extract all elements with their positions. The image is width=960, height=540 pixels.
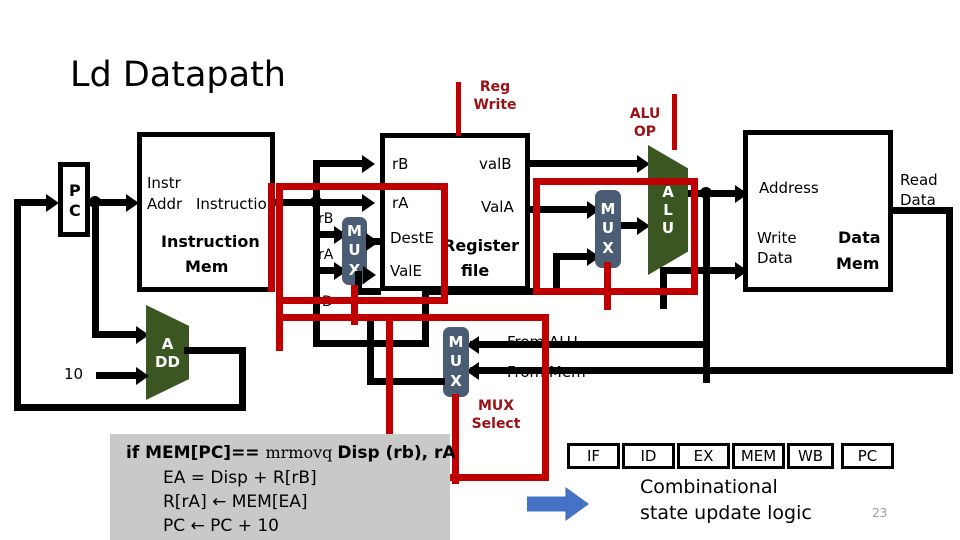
wire-valb-to-alu (530, 160, 644, 167)
adder-constant-label: 10 (64, 365, 84, 383)
wire-adder-out (184, 347, 246, 354)
reg-write-control-bar (456, 82, 461, 136)
code-line1-suffix: Disp (rb), rA (337, 443, 456, 463)
stage-chip-ex[interactable]: EX (677, 443, 730, 469)
pc-label-line2: C (69, 201, 81, 220)
stage-chip-if[interactable]: IF (567, 443, 620, 469)
datamem-input-write-line2: Data (757, 249, 793, 267)
alu-mux: M U X (595, 190, 621, 268)
red-path-exec-bottom (533, 288, 698, 295)
wb-mux-letter-m: M (448, 333, 464, 352)
page-number: 23 (872, 506, 888, 520)
regfile-input-rb: rB (392, 155, 409, 173)
red-path-decode-top (276, 183, 448, 190)
code-line-4: PC ← PC + 10 (163, 516, 279, 536)
srcmux-input-ra-label: rA (318, 247, 334, 263)
stage-chip-pc[interactable]: PC (841, 443, 894, 469)
srcmux-input-rb-label: rB (318, 211, 334, 227)
wire-adder-out-down (239, 347, 246, 409)
alu-op-control-bar (672, 94, 677, 150)
datamem-name-line1: Data (838, 228, 881, 247)
wb-mux-letter-x: X (450, 371, 462, 390)
code-line-2: EA = Disp + R[rB] (163, 468, 317, 488)
control-label-reg-write: Reg Write (473, 79, 517, 113)
control-label-mux-select: MUX Select (471, 398, 521, 432)
adder-label-line2: DD (155, 352, 180, 371)
datamem-input-write-line1: Write (757, 229, 797, 247)
red-path-decode-left (276, 183, 283, 351)
alu-letter-u: U (661, 219, 675, 237)
regfile-output-valb: valB (479, 155, 512, 173)
page-title: Ld Datapath (70, 55, 286, 95)
regfile-name-line1: Register (443, 236, 520, 255)
alu-mux-letter-u: U (601, 219, 615, 238)
code-line1-prefix: if MEM[PC]== (126, 443, 266, 463)
wire-wbmux-out-v (367, 320, 374, 385)
arrow-into-rb (362, 155, 375, 173)
wire-readdata-h (893, 207, 953, 214)
regfile-output-vala: ValA (481, 198, 514, 216)
red-path-decode-right (441, 183, 448, 299)
red-path-imem-stub (268, 183, 275, 292)
wire-pc-to-adder-v (92, 199, 99, 338)
wire-aluresult-to-wbmux (470, 341, 706, 348)
alu-letter-l: L (663, 201, 673, 219)
code-line-1: if MEM[PC]== mrmovq Disp (rb), rA (126, 443, 456, 463)
imem-name-line1: Instruction (161, 232, 260, 251)
datamem-input-address: Address (759, 179, 819, 197)
blue-arrow-icon (527, 487, 589, 521)
regfile-input-vale: ValE (390, 262, 422, 280)
combinational-logic-label: Combinational state update logic (640, 476, 812, 524)
wire-alu-out-down (703, 190, 710, 383)
datamem-output-read-line1: Read (900, 171, 938, 189)
wb-mux-letter-u: U (449, 352, 463, 371)
arrow-into-ra (362, 194, 375, 212)
red-alumux-select-stub (604, 262, 611, 310)
imem-input-instr: Instr (147, 174, 181, 192)
adder-label-line1: A (161, 334, 174, 353)
regfile-input-deste: DestE (390, 229, 434, 247)
imem-name-line2: Mem (185, 257, 229, 276)
control-label-alu-op: ALU OP (629, 106, 661, 140)
src-mux-letter-m: M (347, 222, 362, 241)
wire-alu-writedata-h (660, 267, 745, 274)
alu-unit: A L U (648, 145, 688, 275)
wire-constant-to-adder (96, 372, 140, 379)
src-mux-letter-u: U (348, 241, 361, 260)
wire-readdata-down (946, 207, 953, 374)
wire-pc-to-adder-h (92, 331, 140, 338)
wire-instr-to-rb (313, 160, 368, 167)
imem-output-instruction: Instruction (196, 195, 277, 213)
arrow-into-deste (366, 233, 379, 251)
red-path-wb-top (276, 314, 549, 321)
code-line-3: R[rA] ← MEM[EA] (163, 492, 308, 512)
pc-label-line1: P (69, 181, 81, 200)
alu-mux-letter-m: M (600, 200, 616, 219)
adder-unit: A DD (146, 305, 189, 400)
datamem-name-line2: Mem (836, 254, 880, 273)
arrow-into-adder-bottom (136, 367, 149, 385)
wire-pc-feedback-left (14, 199, 21, 409)
wire-pc-feedback-bottom (14, 404, 246, 411)
red-path-exec-left (533, 178, 540, 295)
red-path-exec-top (533, 178, 698, 185)
alu-mux-letter-x: X (602, 238, 614, 257)
wb-mux: M U X (443, 327, 469, 397)
arrow-into-vale (363, 266, 376, 284)
red-path-wb-right (542, 314, 549, 481)
red-path-decode-bottom (276, 297, 448, 304)
red-wbmux-select-stub (452, 394, 459, 484)
wire-wbmux-out-h (367, 378, 445, 385)
wire-instr-to-ra (313, 199, 368, 206)
stage-chip-mem[interactable]: MEM (732, 443, 785, 469)
slide-canvas: Ld Datapath P C Instr Addr Instruction I… (0, 0, 960, 540)
stage-chip-id[interactable]: ID (622, 443, 675, 469)
code-line1-mnemonic: mrmovq (265, 443, 333, 462)
stage-chip-wb[interactable]: WB (787, 443, 834, 469)
regfile-name-line2: file (461, 261, 490, 280)
alu-letter-a: A (662, 183, 674, 201)
imem-input-addr: Addr (147, 195, 183, 213)
regfile-input-ra: rA (392, 194, 409, 212)
red-path-exec-right (691, 178, 698, 295)
